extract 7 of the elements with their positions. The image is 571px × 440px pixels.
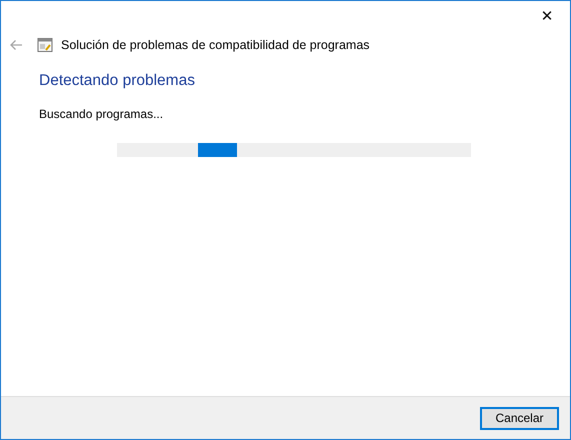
program-window-icon <box>37 37 53 53</box>
back-arrow-icon[interactable] <box>9 39 23 51</box>
cancel-button[interactable]: Cancelar <box>480 406 559 430</box>
page-heading: Detectando problemas <box>39 72 196 90</box>
window-title: Solución de problemas de compatibilidad de programas <box>61 38 370 52</box>
close-button[interactable]: ✕ <box>524 1 570 31</box>
status-text: Buscando programas... <box>39 107 164 121</box>
